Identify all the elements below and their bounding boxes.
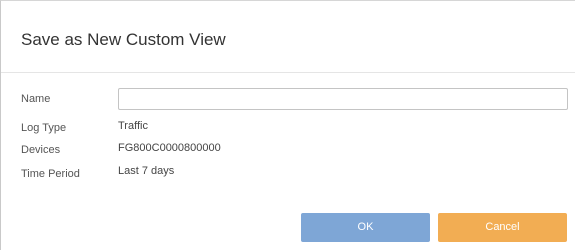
log-type-label: Log Type bbox=[21, 122, 67, 134]
devices-label: Devices bbox=[21, 144, 61, 156]
log-type-value: Traffic bbox=[118, 120, 148, 132]
devices-value: FG800C0000800000 bbox=[118, 142, 221, 154]
name-label: Name bbox=[21, 93, 51, 105]
ok-button[interactable]: OK bbox=[301, 213, 430, 242]
time-period-value: Last 7 days bbox=[118, 165, 175, 177]
time-period-label: Time Period bbox=[21, 168, 80, 180]
cancel-button[interactable]: Cancel bbox=[438, 213, 567, 242]
name-input[interactable] bbox=[118, 88, 568, 110]
dialog-header: Save as New Custom View bbox=[1, 1, 575, 73]
dialog-title: Save as New Custom View bbox=[21, 30, 226, 49]
save-custom-view-dialog: Save as New Custom View Name Log Type Tr… bbox=[0, 0, 575, 250]
